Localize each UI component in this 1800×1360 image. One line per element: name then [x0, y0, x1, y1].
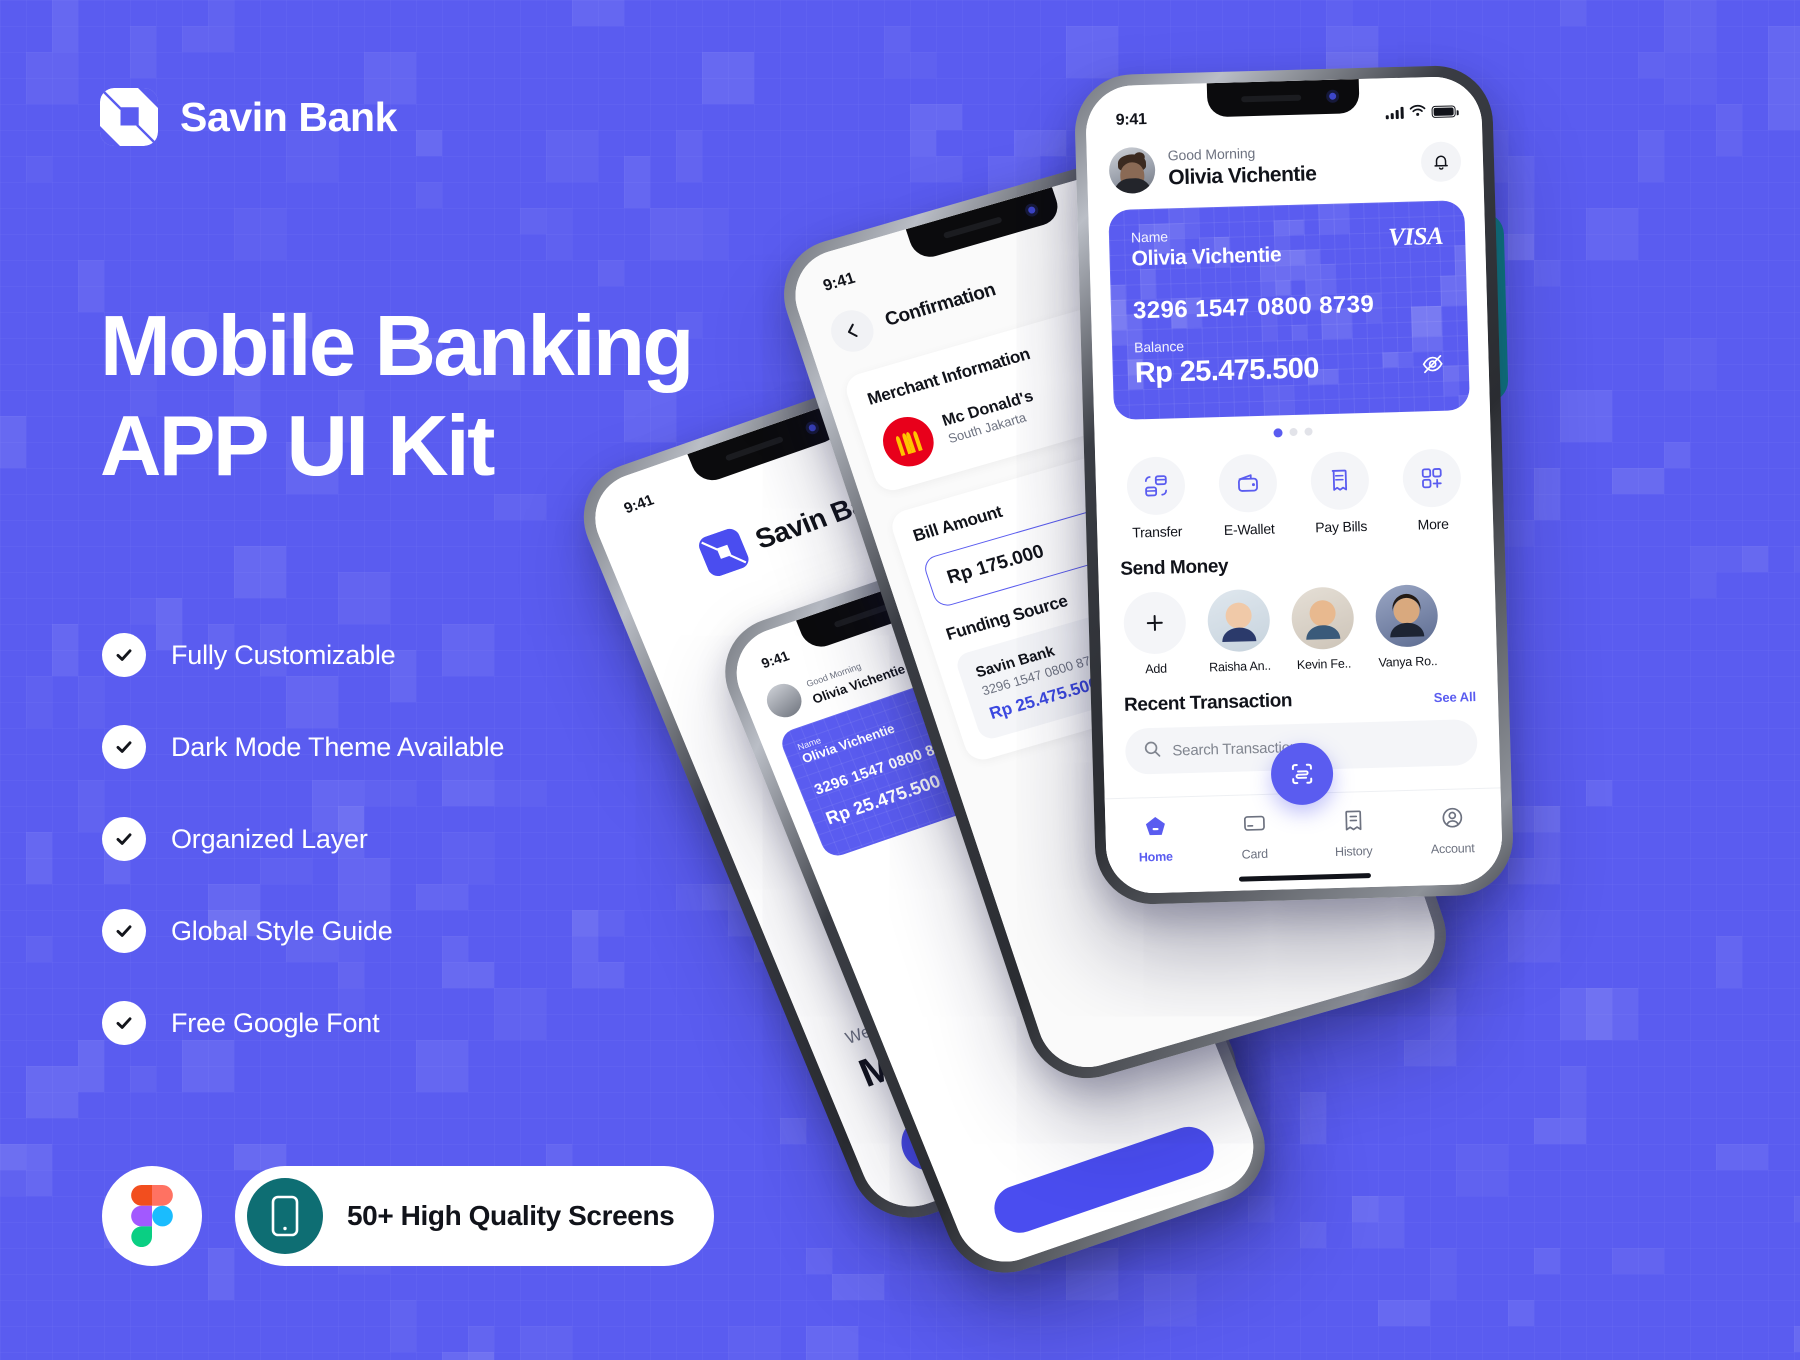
contact-item[interactable]: Raisha An.. [1205, 588, 1273, 675]
carousel-dot[interactable] [1303, 427, 1313, 436]
battery-icon [1431, 105, 1456, 119]
greeting-name: Olivia Vichentie [1168, 162, 1317, 190]
eye-off-icon[interactable] [1420, 352, 1445, 382]
mobile-phone-icon [247, 1178, 323, 1254]
card-icon [1242, 811, 1267, 841]
wifi-icon [1409, 103, 1426, 121]
greeting-small: Good Morning [1167, 145, 1256, 164]
feature-item: Global Style Guide [102, 908, 504, 954]
screens-count-badge: 50+ High Quality Screens [235, 1166, 715, 1266]
tab-account[interactable]: Account [1402, 804, 1502, 857]
savin-bank-logo-icon [100, 88, 158, 146]
check-icon [102, 817, 146, 861]
quick-action-more[interactable]: More [1395, 448, 1469, 533]
carousel-dot-active[interactable] [1272, 428, 1283, 438]
figma-logo-icon [102, 1166, 202, 1266]
visa-logo: VISA [1387, 222, 1444, 252]
quick-action-label: E-Wallet [1223, 520, 1275, 538]
tab-label: Account [1430, 841, 1475, 857]
contact-label: Raisha An.. [1208, 658, 1272, 675]
plus-icon [1122, 591, 1187, 655]
phone-notch [1206, 79, 1360, 118]
tab-label: History [1334, 843, 1373, 859]
quick-action-paybills[interactable]: Pay Bills [1303, 450, 1377, 536]
carousel-dot[interactable] [1288, 427, 1298, 437]
history-icon [1341, 808, 1366, 838]
wallet-icon [1218, 453, 1278, 514]
contact-label: Kevin Fe.. [1296, 656, 1352, 672]
phone-mockups: 9:41 Savin Bank Welcome to Mobile Bankin… [565, 0, 1800, 1360]
phone-mockup-home: 9:41 Good Morning Olivia Vichentie VISA … [1073, 64, 1515, 906]
greeting-row: Good Morning Olivia Vichentie [1086, 124, 1484, 195]
avatar[interactable] [1108, 146, 1156, 195]
tab-label: Card [1241, 846, 1269, 862]
contact-avatar [1374, 584, 1439, 648]
tab-card[interactable]: Card [1204, 810, 1304, 863]
receipt-icon [1310, 450, 1370, 511]
headline-line-2: APP UI Kit [100, 399, 495, 495]
home-icon [1143, 814, 1168, 844]
card-number: 3296 1547 0800 8739 [1132, 290, 1375, 325]
page-title: Mobile Banking APP UI Kit [100, 297, 694, 498]
feature-label: Free Google Font [171, 1007, 380, 1038]
left-content-column: Savin Bank Mobile Banking APP UI Kit Ful… [100, 0, 860, 1360]
feature-item: Free Google Font [102, 1000, 504, 1046]
status-time: 9:41 [1115, 110, 1147, 129]
contact-add[interactable]: Add [1121, 591, 1189, 677]
feature-label: Global Style Guide [171, 915, 393, 946]
bell-icon[interactable] [1420, 141, 1462, 183]
quick-action-label: Pay Bills [1315, 517, 1368, 536]
primary-button[interactable] [987, 1120, 1221, 1240]
quick-action-transfer[interactable]: Transfer [1119, 456, 1193, 541]
contact-item[interactable]: Vanya Ro.. [1373, 584, 1441, 670]
check-icon [102, 633, 146, 677]
tab-history[interactable]: History [1303, 807, 1403, 860]
feature-item: Fully Customizable [102, 632, 504, 678]
check-icon [102, 909, 146, 953]
contact-label: Add [1145, 661, 1168, 677]
brand-name: Savin Bank [180, 93, 398, 140]
see-all-link[interactable]: See All [1434, 689, 1477, 705]
quick-action-ewallet[interactable]: E-Wallet [1211, 453, 1285, 538]
contact-item[interactable]: Kevin Fe.. [1289, 586, 1357, 672]
badge-row: 50+ High Quality Screens [102, 1166, 715, 1266]
contact-avatar [1290, 586, 1355, 651]
transfer-icon [1126, 456, 1186, 516]
feature-label: Dark Mode Theme Available [171, 731, 505, 762]
headline-line-1: Mobile Banking [100, 299, 694, 394]
check-icon [102, 1001, 146, 1045]
contact-label: Vanya Ro.. [1378, 654, 1438, 670]
recent-transaction-title: Recent Transaction [1123, 690, 1293, 716]
page-title: Confirmation [882, 279, 999, 331]
mcdonalds-logo-icon [876, 411, 941, 473]
feature-item: Dark Mode Theme Available [102, 724, 504, 770]
feature-label: Organized Layer [171, 823, 368, 854]
cellular-signal-icon [1385, 106, 1404, 120]
grid-plus-icon [1402, 448, 1462, 508]
tab-label: Home [1138, 849, 1173, 865]
send-money-contacts: Add Raisha An.. Kevin Fe.. Vanya Ro.. [1099, 570, 1498, 677]
screens-count-label: 50+ High Quality Screens [347, 1200, 675, 1231]
account-icon [1440, 805, 1465, 835]
feature-label: Fully Customizable [171, 639, 396, 670]
check-icon [102, 725, 146, 769]
feature-item: Organized Layer [102, 816, 504, 862]
feature-list: Fully Customizable Dark Mode Theme Avail… [102, 632, 504, 1092]
bank-card[interactable]: VISA Name Olivia Vichentie 3296 1547 080… [1108, 200, 1470, 420]
quick-actions-row: Transfer E-Wallet Pay Bills More [1095, 431, 1494, 541]
contact-avatar [1206, 588, 1271, 653]
brand-lockup: Savin Bank [100, 88, 397, 146]
search-icon [1143, 739, 1162, 762]
quick-action-label: Transfer [1132, 523, 1183, 541]
tab-home[interactable]: Home [1105, 813, 1205, 866]
quick-action-label: More [1417, 515, 1449, 533]
